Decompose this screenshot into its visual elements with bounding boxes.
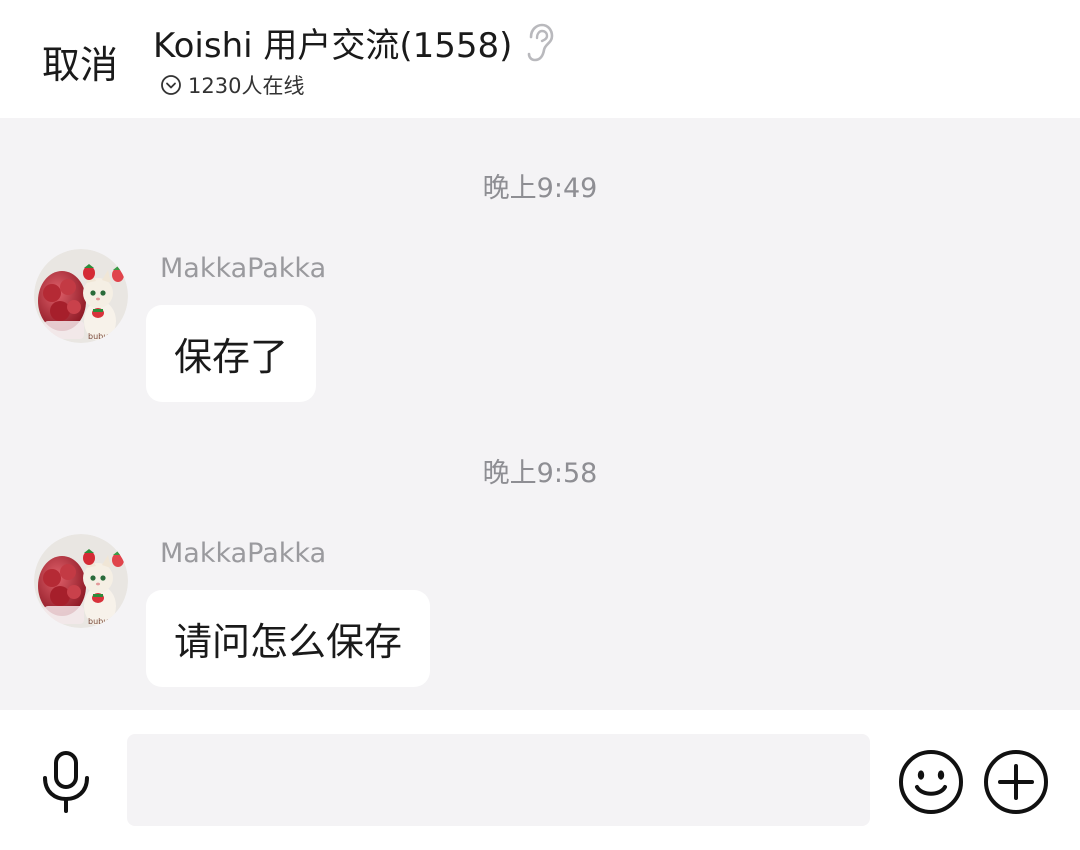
- timestamp: 晚上9:49: [482, 173, 598, 204]
- message-bubble[interactable]: 保存了: [146, 305, 317, 402]
- cancel-button[interactable]: 取消: [42, 34, 118, 89]
- chat-header: 取消 Koishi 用户交流(1558) 1230人在线: [0, 0, 1080, 118]
- online-status[interactable]: 1230人在线: [160, 70, 304, 100]
- group-title[interactable]: Koishi 用户交流(1558): [153, 18, 512, 67]
- ear-icon[interactable]: [524, 23, 554, 63]
- sender-name: MakkaPakka: [160, 538, 327, 569]
- chevron-down-circle-icon: [161, 75, 181, 95]
- title-row: Koishi 用户交流(1558): [153, 18, 554, 67]
- online-count: 1230人在线: [188, 74, 305, 98]
- message-input[interactable]: [127, 734, 870, 826]
- plus-circle-icon[interactable]: [983, 749, 1049, 815]
- sender-name: MakkaPakka: [160, 253, 327, 284]
- message-list[interactable]: 晚上9:49 MakkaPakka 保存了 晚上9:58 MakkaPakka …: [0, 118, 1080, 710]
- avatar[interactable]: [34, 534, 128, 628]
- timestamp: 晚上9:58: [482, 458, 598, 489]
- microphone-icon[interactable]: [38, 750, 94, 814]
- message-bubble[interactable]: 请问怎么保存: [146, 590, 431, 687]
- smiley-icon[interactable]: [898, 749, 964, 815]
- avatar[interactable]: [34, 249, 128, 343]
